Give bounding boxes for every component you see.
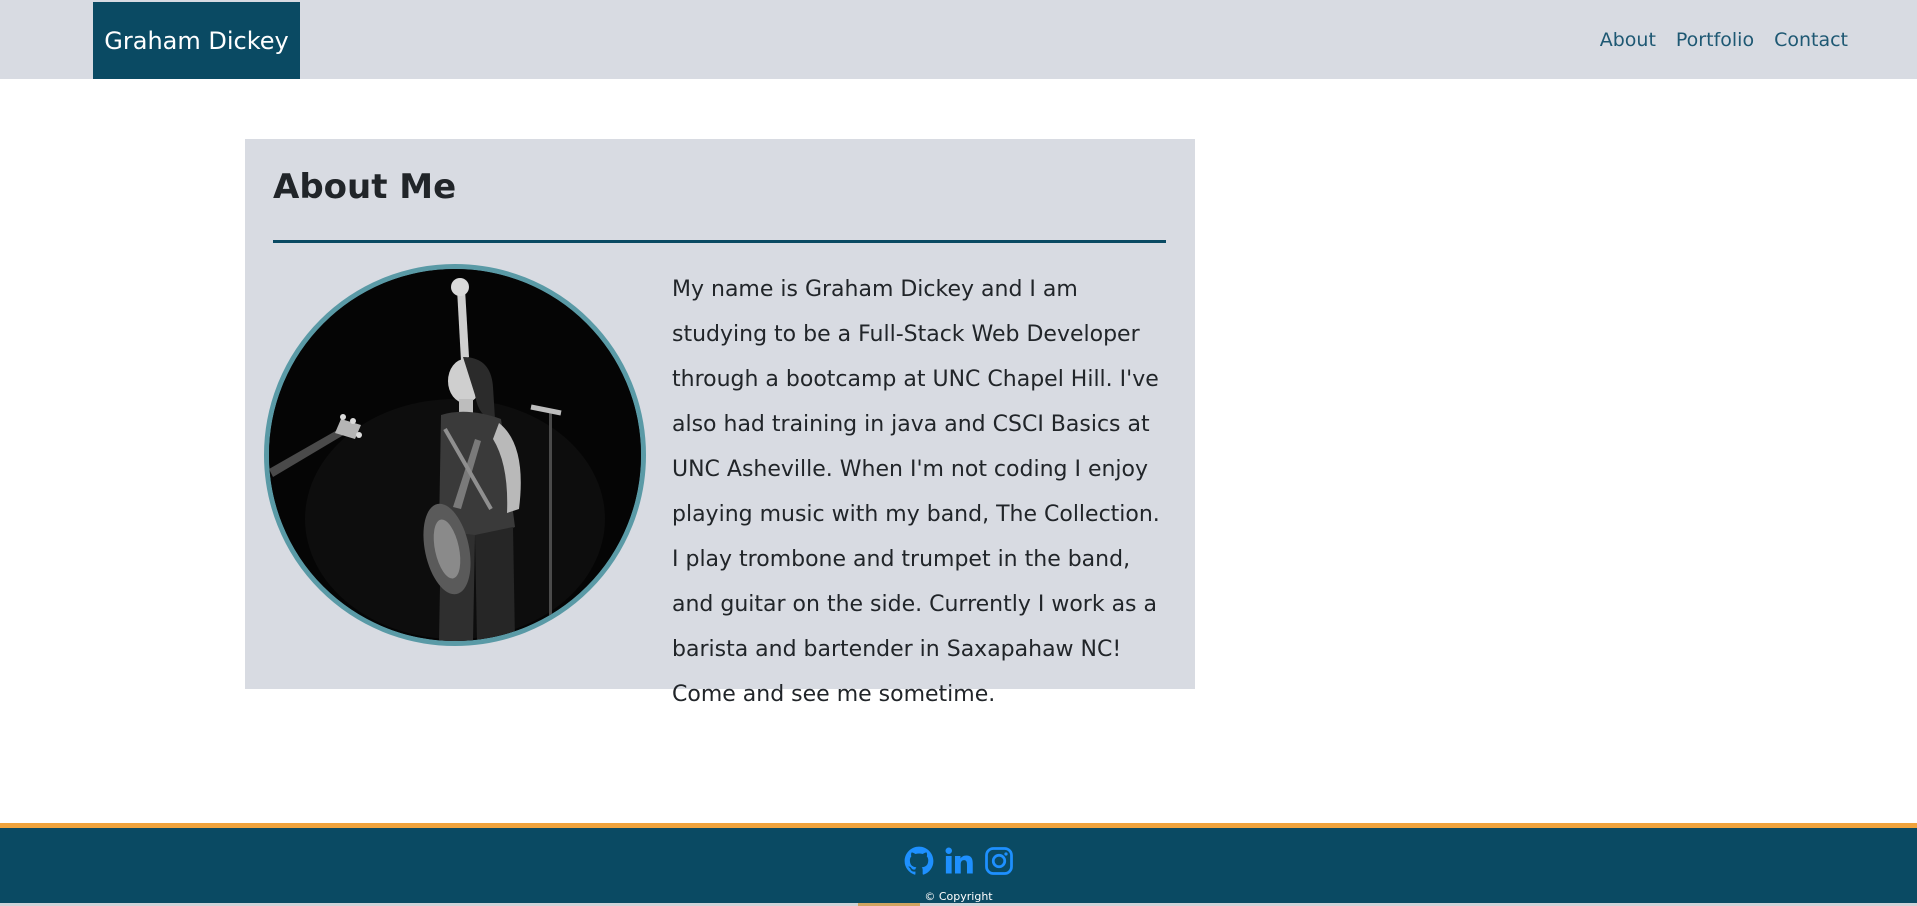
navbar: Graham Dickey About Portfolio Contact [0, 0, 1917, 79]
nav-link-portfolio[interactable]: Portfolio [1676, 29, 1754, 51]
copyright-text: © Copyright [924, 890, 993, 903]
nav-links: About Portfolio Contact [1580, 0, 1848, 79]
nav-link-about[interactable]: About [1600, 29, 1656, 51]
instagram-icon[interactable] [983, 845, 1015, 877]
footer: © Copyright [0, 823, 1917, 906]
nav-link-contact[interactable]: Contact [1774, 29, 1848, 51]
brand-logo[interactable]: Graham Dickey [93, 2, 300, 79]
musician-portrait-icon [269, 269, 641, 641]
about-card: About Me My name is Graham Dickey and I … [245, 139, 1195, 707]
bio-text: My name is Graham Dickey and I am studyi… [672, 277, 1160, 707]
github-icon[interactable] [903, 845, 935, 877]
profile-photo [264, 264, 646, 646]
linkedin-icon[interactable] [943, 845, 975, 877]
social-links [0, 845, 1917, 877]
about-title: About Me [273, 167, 457, 207]
title-divider [273, 240, 1166, 243]
